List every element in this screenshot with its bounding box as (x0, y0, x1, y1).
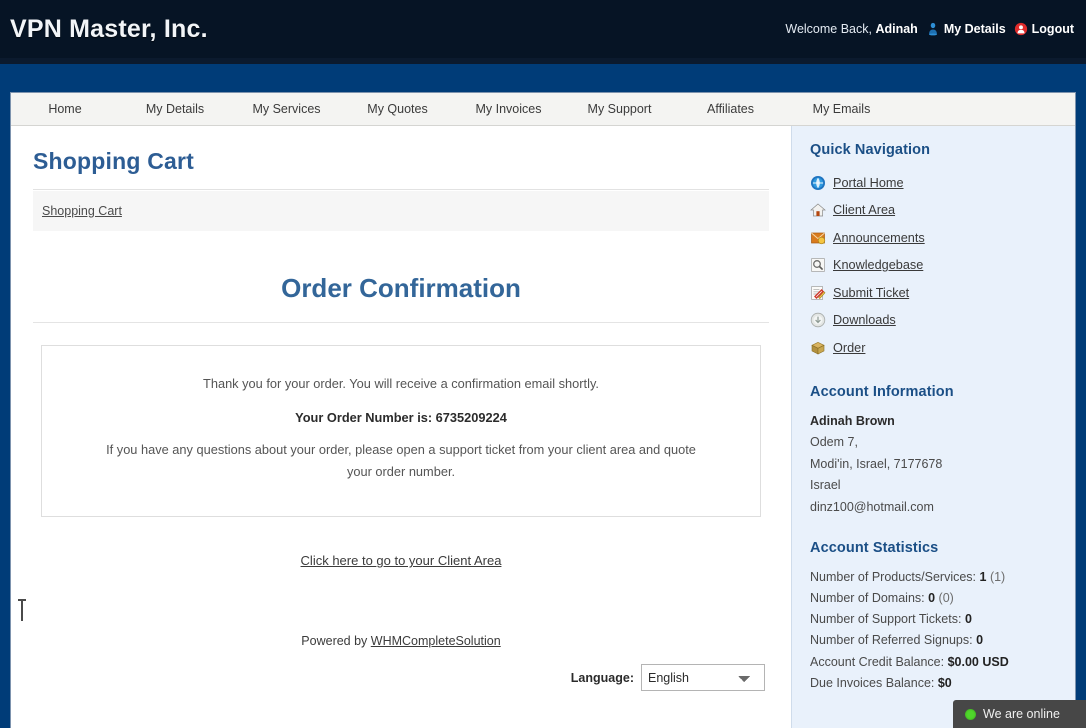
quick-navigation-title: Quick Navigation (810, 142, 931, 158)
breadcrumb: Shopping Cart (33, 191, 769, 231)
top-header-bar: VPN Master, Inc. Welcome Back, Adinah My… (0, 0, 1086, 58)
stat-label: Number of Domains: (810, 591, 929, 606)
account-information-title: Account Information (810, 383, 954, 400)
whmcs-link[interactable]: WHMCompleteSolution (371, 634, 501, 648)
nav-tab-my-emails[interactable]: My Emails (786, 93, 897, 125)
nav-tab-my-invoices[interactable]: My Invoices (453, 93, 564, 125)
client-area-link-wrap: Click here to go to your Client Area (33, 517, 769, 570)
client-area-link[interactable]: Click here to go to your Client Area (301, 553, 502, 568)
nav-tab-my-support[interactable]: My Support (564, 93, 675, 125)
stat-account-credit-balance: Account Credit Balance: $0.00 USD (810, 652, 1075, 673)
stat-label: Number of Products/Services: (810, 570, 980, 584)
language-label: Language: (570, 670, 634, 685)
text-caret (18, 599, 26, 621)
content-panel: Home My Details My Services My Quotes My… (10, 92, 1076, 728)
account-email: dinz100@hotmail.com (810, 499, 934, 514)
sidebar-item-order[interactable]: Order (810, 334, 1075, 362)
sidebar-item-label: Knowledgebase (833, 258, 924, 273)
nav-tab-affiliates[interactable]: Affiliates (675, 93, 786, 125)
language-select[interactable]: English (641, 664, 765, 692)
sidebar-item-announcements[interactable]: Announcements (810, 224, 1075, 252)
logout-link[interactable]: Logout (1014, 22, 1074, 36)
panel-body: Shopping Cart Shopping Cart Order Confir… (11, 126, 1075, 728)
title-divider (33, 189, 769, 190)
stat-label: Number of Referred Signups: (810, 633, 977, 648)
account-statistics-title: Account Statistics (810, 540, 939, 556)
stat-label: Due Invoices Balance: (810, 675, 938, 690)
account-holder-name: Adinah Brown (810, 413, 895, 428)
account-country: Israel (810, 478, 841, 492)
ticket-icon (810, 285, 826, 301)
sidebar-item-portal-home[interactable]: Portal Home (810, 169, 1075, 197)
stat-extra: (0) (935, 591, 954, 606)
logout-label: Logout (1031, 22, 1074, 36)
globe-icon (810, 175, 826, 191)
logout-icon (1014, 22, 1028, 36)
header-user-area: Welcome Back, Adinah My Details Logout (785, 22, 1086, 36)
order-number-text: Your Order Number is: 6735209224 (295, 409, 507, 425)
magnifier-icon (810, 257, 826, 273)
download-icon (810, 312, 826, 328)
account-address-line-1: Odem 7, (810, 435, 858, 449)
language-selector-row: Language: English (33, 648, 769, 692)
welcome-prefix: Welcome Back, (785, 22, 876, 36)
stat-value: 0 (976, 633, 984, 648)
powered-by-prefix: Powered by (301, 634, 371, 649)
my-details-link[interactable]: My Details (926, 22, 1006, 36)
stat-label: Account Credit Balance: (810, 654, 948, 669)
nav-tab-my-quotes[interactable]: My Quotes (342, 93, 453, 125)
sidebar-item-client-area[interactable]: Client Area (810, 197, 1075, 225)
stat-value: 0 (964, 612, 972, 627)
sidebar-item-label: Client Area (833, 203, 896, 218)
support-instructions: If you have any questions about your ord… (106, 441, 696, 479)
chat-status-label: We are online (983, 707, 1060, 721)
live-chat-widget[interactable]: We are online (953, 700, 1086, 728)
main-content: Shopping Cart Shopping Cart Order Confir… (11, 126, 791, 728)
stat-referred-signups: Number of Referred Signups: 0 (810, 630, 1075, 651)
page-title: Shopping Cart (33, 148, 195, 174)
user-icon (926, 22, 940, 36)
stat-value: $0.00 USD (947, 654, 1009, 669)
order-confirmation-box: Thank you for your order. You will recei… (41, 345, 761, 518)
sidebar-item-submit-ticket[interactable]: Submit Ticket (810, 279, 1075, 307)
welcome-message: Welcome Back, Adinah (785, 22, 917, 36)
nav-tab-my-services[interactable]: My Services (231, 93, 342, 125)
home-icon (810, 202, 826, 218)
stat-support-tickets: Number of Support Tickets: 0 (810, 609, 1075, 630)
online-status-icon (965, 708, 976, 720)
order-heading-divider (33, 322, 769, 323)
stat-products-services: Number of Products/Services: 1 (1) (810, 567, 1075, 588)
nav-tab-home[interactable]: Home (11, 93, 119, 125)
stat-label: Number of Support Tickets: (810, 612, 965, 627)
sidebar-item-label: Downloads (833, 313, 896, 328)
stat-due-invoices-balance: Due Invoices Balance: $0 (810, 673, 1075, 694)
box-icon (810, 340, 826, 356)
order-confirmation-heading: Order Confirmation (281, 273, 521, 303)
nav-tab-my-details[interactable]: My Details (119, 93, 231, 125)
thank-you-message: Thank you for your order. You will recei… (203, 376, 599, 391)
primary-navigation: Home My Details My Services My Quotes My… (11, 93, 1075, 126)
stat-extra: (1) (986, 570, 1006, 584)
sidebar: Quick Navigation Portal Home Client Area… (791, 126, 1075, 728)
announcement-icon (810, 230, 826, 246)
account-address-line-2: Modi'in, Israel, 7177678 (810, 456, 943, 471)
my-details-label: My Details (943, 22, 1006, 36)
sidebar-item-label: Portal Home (833, 175, 904, 190)
welcome-username: Adinah (875, 22, 918, 36)
sidebar-item-knowledgebase[interactable]: Knowledgebase (810, 252, 1075, 280)
sidebar-item-downloads[interactable]: Downloads (810, 307, 1075, 335)
sidebar-item-label: Order (833, 340, 866, 355)
powered-by-text: Powered by WHMCompleteSolution (33, 570, 769, 648)
breadcrumb-item-shopping-cart[interactable]: Shopping Cart (42, 204, 122, 218)
stat-domains: Number of Domains: 0 (0) (810, 588, 1075, 609)
sidebar-item-label: Announcements (833, 230, 925, 245)
stat-value: $0 (937, 675, 952, 690)
sidebar-item-label: Submit Ticket (833, 285, 910, 300)
site-brand-title: VPN Master, Inc. (10, 14, 208, 43)
